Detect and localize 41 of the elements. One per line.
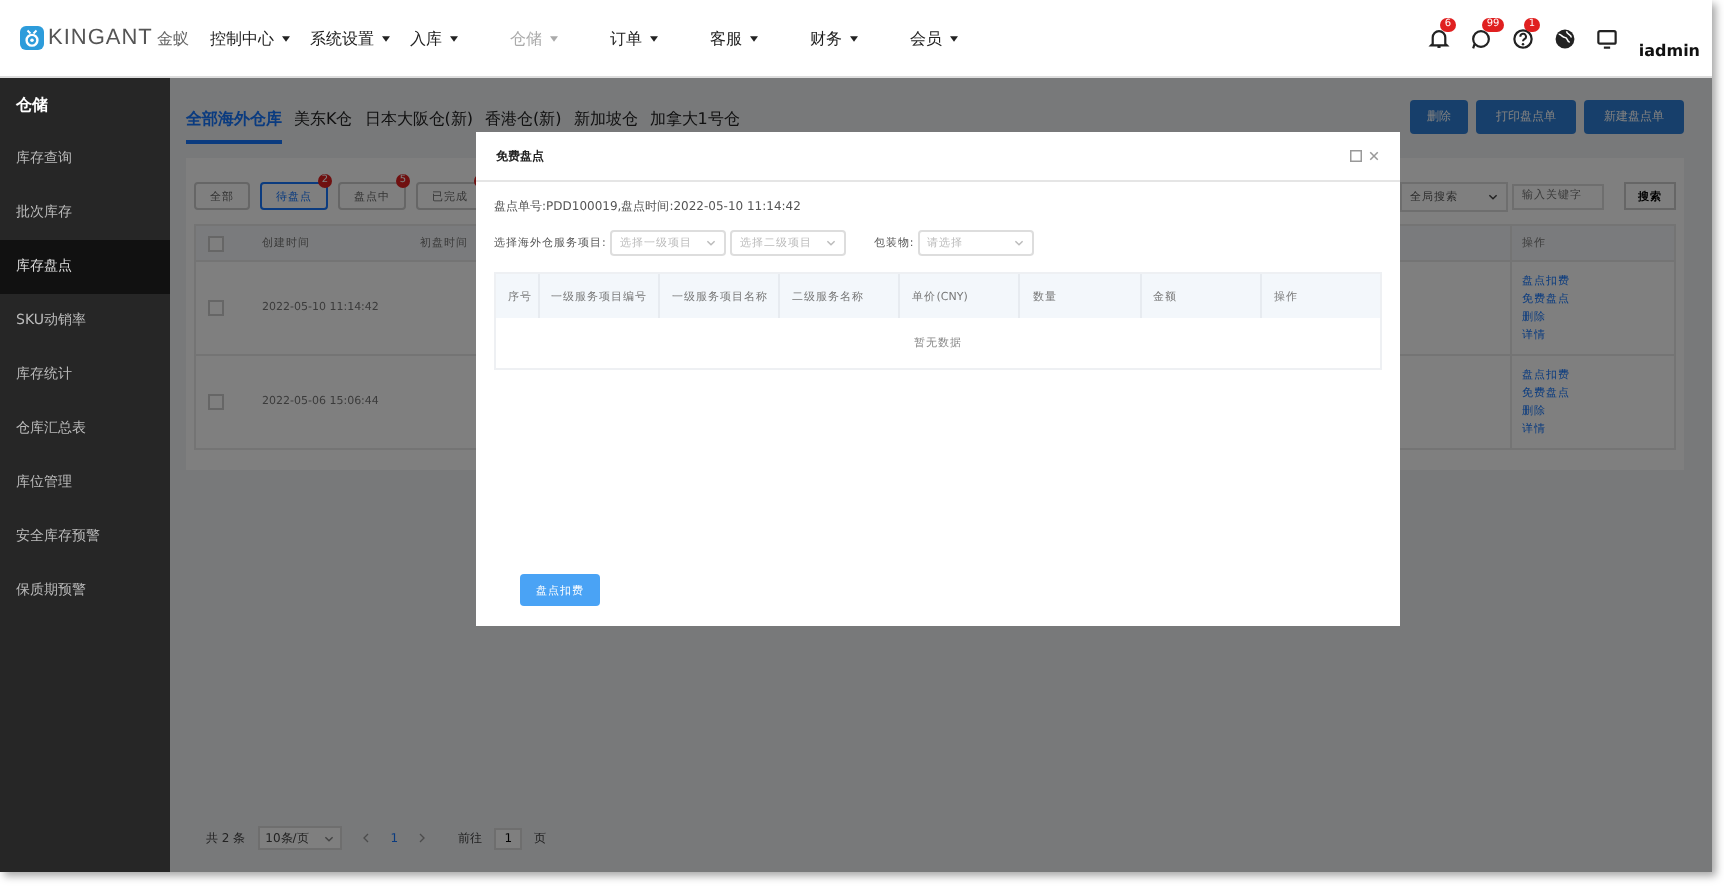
- warehouse-tab[interactable]: 日本大阪仓(新): [364, 97, 473, 143]
- chevron-icon: [324, 835, 335, 841]
- caret-icon: [550, 35, 558, 41]
- caret-icon: [282, 35, 290, 41]
- sidebar-title: 仓储: [14, 94, 50, 118]
- chevron-icon: [705, 240, 716, 246]
- nav-menu[interactable]: 入库: [410, 27, 510, 49]
- monitor-icon[interactable]: [1596, 27, 1619, 49]
- help-icon[interactable]: [1512, 27, 1535, 49]
- nav-menu[interactable]: 仓储: [510, 27, 610, 49]
- caret-icon: [950, 35, 958, 41]
- next-page-icon[interactable]: [418, 832, 427, 844]
- row-checkbox[interactable]: [208, 300, 224, 316]
- nav-menu[interactable]: 订单: [610, 27, 710, 49]
- bell-icon[interactable]: [1428, 27, 1451, 49]
- warehouse-tab[interactable]: 全部海外仓库: [186, 97, 282, 143]
- chevron-icon: [1488, 193, 1498, 199]
- caret-icon: [650, 35, 658, 41]
- user-name[interactable]: iadmin: [1638, 41, 1700, 59]
- maximize-icon[interactable]: [1350, 150, 1362, 162]
- caret-icon: [850, 35, 858, 41]
- chat-icon[interactable]: [1470, 27, 1493, 49]
- nav-menu[interactable]: 财务: [810, 27, 910, 49]
- close-icon[interactable]: [1368, 150, 1380, 162]
- row-checkbox[interactable]: [208, 394, 224, 410]
- nav-menu[interactable]: 会员: [910, 27, 1010, 49]
- brand-name: KINGANT: [48, 26, 153, 50]
- caret-icon: [382, 35, 390, 41]
- chevron-icon: [825, 240, 836, 246]
- nav-menu[interactable]: 系统设置: [310, 27, 410, 49]
- previous-page-icon[interactable]: [362, 832, 371, 844]
- nav-menu[interactable]: 客服: [710, 27, 810, 49]
- globe-icon[interactable]: [1554, 27, 1577, 49]
- nav-menu[interactable]: 控制中心: [210, 27, 310, 49]
- select-all-checkbox[interactable]: [208, 235, 224, 251]
- chevron-icon: [1013, 240, 1024, 246]
- caret-icon: [750, 35, 758, 41]
- brand-name-chinese: 金蚁: [156, 27, 189, 49]
- logo-icon: [20, 26, 44, 50]
- caret-icon: [450, 35, 458, 41]
- warehouse-tab[interactable]: 美东K仓: [294, 97, 353, 143]
